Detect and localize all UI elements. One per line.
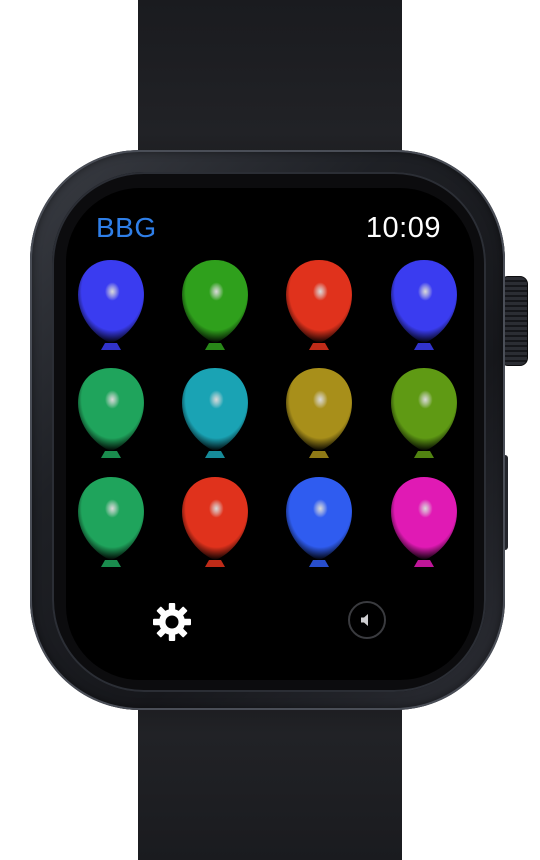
balloon-r1-c1[interactable] [76, 258, 146, 354]
balloon-r3-c2[interactable] [180, 475, 250, 571]
balloon-icon [182, 260, 248, 352]
clock-time: 10:09 [365, 212, 441, 244]
balloon-grid [76, 258, 466, 578]
balloon-icon [286, 260, 352, 352]
balloon-r1-c3[interactable] [284, 258, 354, 354]
balloon-r1-c2[interactable] [180, 258, 250, 354]
balloon-r2-c4[interactable] [389, 366, 459, 462]
balloon-r3-c1[interactable] [76, 475, 146, 571]
balloon-r3-c4[interactable] [389, 475, 459, 571]
balloon-r2-c1[interactable] [76, 366, 146, 462]
balloon-icon [391, 477, 457, 569]
balloon-icon [391, 368, 457, 460]
settings-button[interactable] [150, 600, 194, 644]
speaker-muted-icon [361, 614, 368, 626]
sound-toggle-button[interactable] [348, 601, 386, 639]
balloon-icon [78, 368, 144, 460]
balloon-icon [391, 260, 457, 352]
balloon-icon [78, 477, 144, 569]
app-title: BBG [96, 212, 157, 243]
balloon-icon [286, 477, 352, 569]
balloon-icon [182, 368, 248, 460]
balloon-r1-c4[interactable] [389, 258, 459, 354]
watch-screen: BBG 10:09 [66, 188, 474, 680]
gear-icon [153, 603, 191, 641]
balloon-r2-c3[interactable] [284, 366, 354, 462]
balloon-icon [286, 368, 352, 460]
balloon-r3-c3[interactable] [284, 475, 354, 571]
balloon-icon [182, 477, 248, 569]
balloon-r2-c2[interactable] [180, 366, 250, 462]
balloon-icon [78, 260, 144, 352]
